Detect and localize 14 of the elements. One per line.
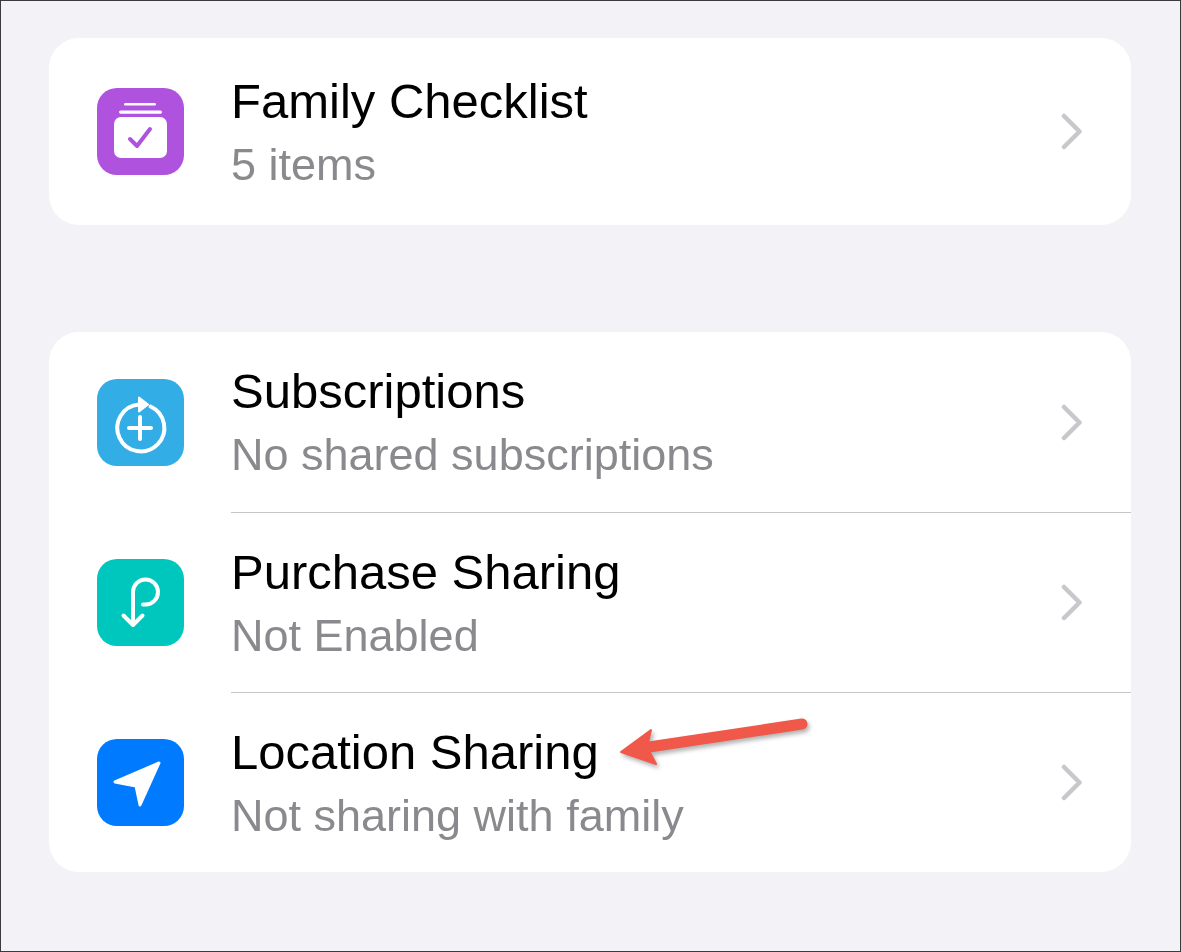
circular-arrow-plus-icon — [97, 378, 184, 466]
row-subtitle: Not sharing with family — [231, 792, 684, 838]
row-subtitle: 5 items — [231, 141, 377, 187]
chevron-icon — [1061, 113, 1083, 150]
chevron-icon — [1061, 403, 1083, 441]
chevron-icon — [1061, 764, 1083, 801]
checklist-icon — [97, 88, 184, 175]
row-title: Subscriptions — [231, 367, 526, 416]
row-title: Location Sharing — [231, 727, 599, 777]
row-title: Family Checklist — [231, 76, 588, 126]
chevron-icon — [1061, 584, 1083, 621]
row-title: Purchase Sharing — [231, 547, 621, 597]
row-subtitle: No shared subscriptions — [231, 432, 714, 477]
row-subtitle: Not Enabled — [231, 612, 479, 658]
